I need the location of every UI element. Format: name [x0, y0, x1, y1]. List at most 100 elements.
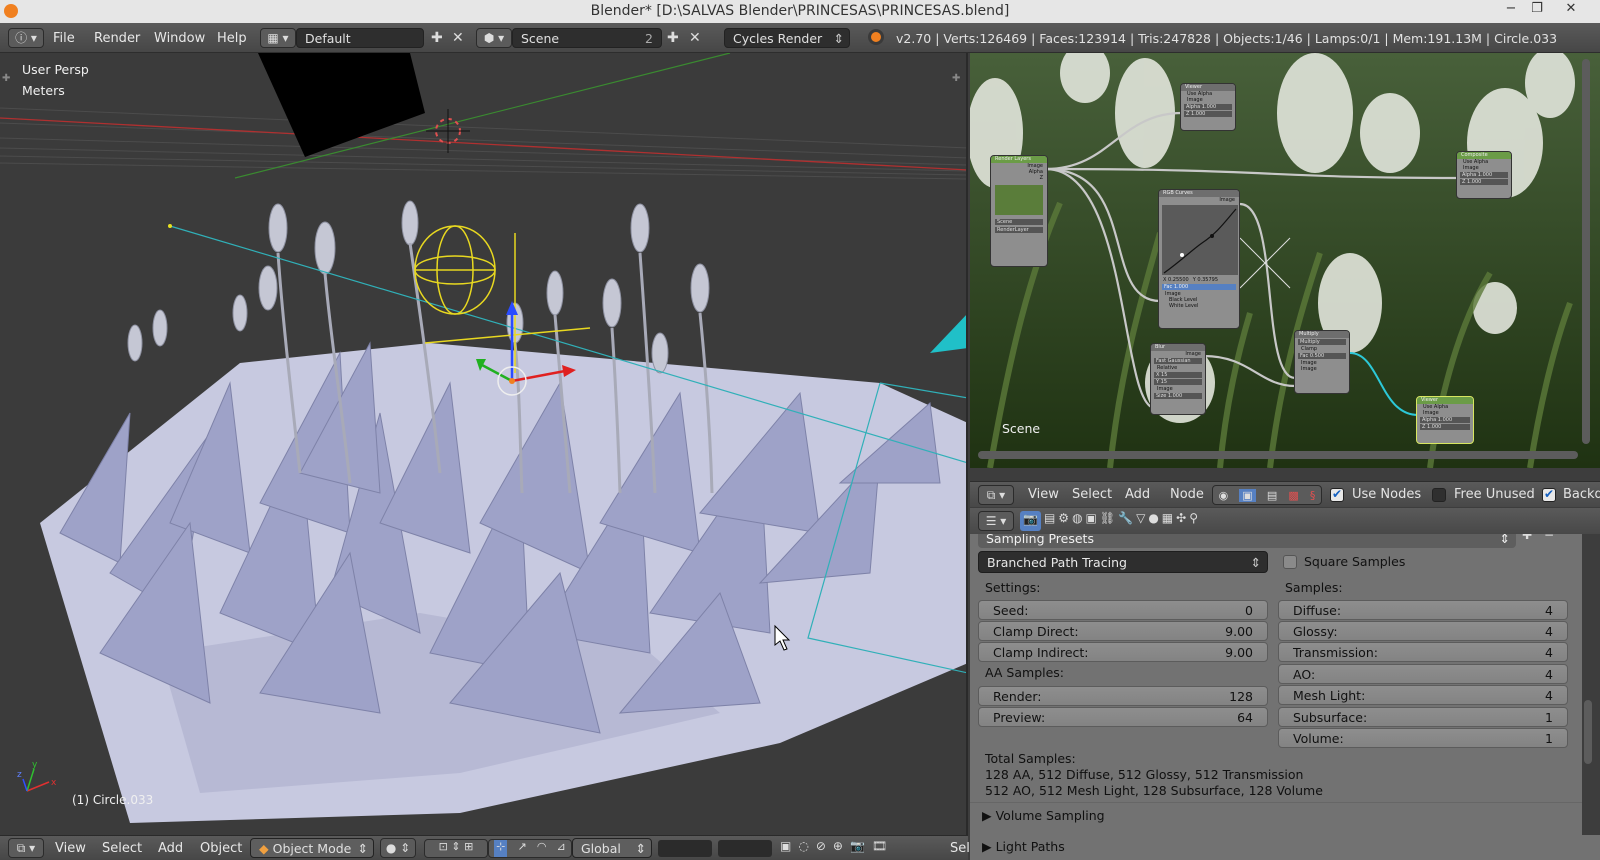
render-engine-label: Cycles Render: [733, 31, 823, 46]
node-field[interactable]: Y 15: [1154, 379, 1202, 385]
node-field[interactable]: Size 1.000: [1154, 393, 1202, 399]
sampling-presets-menu[interactable]: Sampling Presets ⇕: [978, 534, 1516, 548]
backdrop-checkbox[interactable]: [1542, 487, 1556, 502]
node-field[interactable]: Alpha 1.000: [1184, 104, 1232, 110]
viewport-menu-add[interactable]: Add: [158, 841, 183, 856]
remove-preset-icon[interactable]: −: [1544, 534, 1554, 542]
viewport-menu-object[interactable]: Object: [200, 841, 242, 856]
use-nodes-checkbox[interactable]: [1330, 487, 1344, 502]
preview-samples-field[interactable]: Preview: 64: [978, 707, 1268, 727]
field-label: Diffuse:: [1293, 603, 1342, 618]
properties-toggle-icon[interactable]: ✚: [952, 73, 960, 84]
clamp-indirect-field[interactable]: Clamp Indirect: 9.00: [978, 642, 1268, 662]
menu-window[interactable]: Window: [154, 31, 205, 46]
node-editor-hscrollbar[interactable]: [978, 451, 1578, 459]
menu-help[interactable]: Help: [217, 31, 247, 46]
viewport-menu-view[interactable]: View: [55, 841, 86, 856]
layer-buttons-group1[interactable]: [658, 840, 712, 857]
square-samples-checkbox[interactable]: [1283, 555, 1297, 569]
node-field[interactable]: Alpha 1.000: [1420, 417, 1470, 423]
ao-samples-field[interactable]: AO: 4: [1278, 664, 1568, 684]
manipulator-toggle-icon: ⊹: [494, 840, 508, 857]
node-field[interactable]: RenderLayer: [995, 227, 1043, 233]
screen-layout-field[interactable]: Default: [296, 28, 424, 48]
viewport-shading-icon[interactable]: ● ⇕: [380, 838, 416, 858]
field-value: 9.00: [1225, 645, 1253, 660]
node-field[interactable]: Z 1.000: [1184, 111, 1232, 117]
node-menu-select[interactable]: Select: [1072, 487, 1112, 502]
integrator-dropdown[interactable]: Branched Path Tracing ⇕: [978, 551, 1268, 573]
viewport-extra-icons[interactable]: ▣ ◌ ⊘ ⊕ 📷 🎞: [780, 839, 950, 858]
viewport-truncated-label: Sel: [950, 841, 970, 856]
node-editor-vscrollbar[interactable]: [1582, 59, 1590, 444]
editor-type-properties-icon[interactable]: ☰ ▾: [978, 511, 1014, 531]
glossy-samples-field[interactable]: Glossy: 4: [1278, 621, 1568, 641]
close-button[interactable]: ✕: [1556, 1, 1586, 21]
node-field[interactable]: X 15: [1154, 372, 1202, 378]
node-field[interactable]: Alpha 1.000: [1460, 172, 1508, 178]
node-field[interactable]: Fast Gaussian: [1154, 358, 1202, 364]
node-editor[interactable]: Render Layers Image Alpha Z Scene Render…: [970, 53, 1600, 468]
node-field[interactable]: Multiply: [1298, 339, 1346, 345]
node-render-layers[interactable]: Render Layers Image Alpha Z Scene Render…: [990, 155, 1048, 267]
node-viewer-bottom[interactable]: Viewer Use Alpha Image Alpha 1.000 Z 1.0…: [1416, 396, 1474, 444]
transmission-samples-field[interactable]: Transmission: 4: [1278, 642, 1568, 662]
add-scene-icon[interactable]: ✚: [667, 30, 679, 46]
maximize-button[interactable]: ❐: [1522, 1, 1552, 21]
node-field[interactable]: Z 1.000: [1420, 424, 1470, 430]
menu-file[interactable]: File: [53, 31, 75, 46]
editor-type-node-icon[interactable]: ⧉ ▾: [978, 485, 1014, 505]
node-viewer-top[interactable]: Viewer Use Alpha Image Alpha 1.000 Z 1.0…: [1180, 83, 1236, 131]
active-object-label: (1) Circle.033: [72, 793, 154, 807]
toolshelf-toggle-icon[interactable]: ✚: [2, 73, 10, 84]
light-paths-panel[interactable]: ▶ Light Paths: [982, 839, 1065, 854]
viewport-menu-select[interactable]: Select: [102, 841, 142, 856]
volume-sampling-panel[interactable]: ▶ Volume Sampling: [982, 808, 1105, 823]
delete-scene-icon[interactable]: ✕: [689, 30, 701, 46]
field-value: 4: [1545, 603, 1553, 618]
volume-samples-field[interactable]: Volume: 1: [1278, 728, 1568, 748]
transform-orientation-dropdown[interactable]: Global ⇕: [572, 838, 652, 858]
field-value: 4: [1545, 645, 1553, 660]
properties-context-tabs[interactable]: 📷 ▤ ⚙ ◍ ▣ ⛓ 🔧 ▽ ● ▦ ✣ ⚲: [1020, 511, 1282, 531]
mesh-light-samples-field[interactable]: Mesh Light: 4: [1278, 685, 1568, 705]
area-divider[interactable]: [970, 468, 1600, 481]
menu-render[interactable]: Render: [94, 31, 140, 46]
constraints-tab-icon: ⛓: [1099, 511, 1116, 525]
render-engine-dropdown[interactable]: Cycles Render ⇕: [724, 28, 850, 48]
diffuse-samples-field[interactable]: Diffuse: 4: [1278, 600, 1568, 620]
object-mode-dropdown[interactable]: ◆ Object Mode ⇕: [250, 838, 374, 858]
manipulator-buttons[interactable]: ⊹ ↗ ◠ ⊿: [488, 839, 572, 858]
node-composite[interactable]: Composite Use Alpha Image Alpha 1.000 Z …: [1456, 151, 1512, 199]
clamp-direct-field[interactable]: Clamp Direct: 9.00: [978, 621, 1268, 641]
scene-field[interactable]: Scene 2: [512, 28, 662, 48]
node-field[interactable]: Scene: [995, 219, 1043, 225]
seed-field[interactable]: Seed: 0: [978, 600, 1268, 620]
layer-buttons-group2[interactable]: [718, 840, 772, 857]
node-menu-view[interactable]: View: [1028, 487, 1059, 502]
node-menu-add[interactable]: Add: [1125, 487, 1150, 502]
node-field[interactable]: Fac 1.000: [1162, 284, 1236, 290]
free-unused-checkbox[interactable]: [1432, 488, 1446, 502]
add-preset-icon[interactable]: ✚: [1522, 534, 1532, 542]
editor-type-3dview-icon[interactable]: ⧉ ▾: [8, 838, 44, 858]
scene-selector-icon[interactable]: ⬢ ▾: [476, 28, 512, 48]
node-field[interactable]: Z 1.000: [1460, 179, 1508, 185]
render-samples-field[interactable]: Render: 128: [978, 686, 1268, 706]
curve-editor-graph[interactable]: [1162, 205, 1238, 275]
node-menu-node[interactable]: Node: [1170, 487, 1204, 502]
screen-layout-icon[interactable]: ▦ ▾: [260, 28, 296, 48]
properties-scrollbar[interactable]: [1584, 700, 1592, 764]
subsurface-samples-field[interactable]: Subsurface: 1: [1278, 707, 1568, 727]
editor-type-info-icon[interactable]: ⓘ ▾: [8, 28, 44, 48]
delete-screen-icon[interactable]: ✕: [452, 30, 464, 46]
node-rgb-curves[interactable]: RGB Curves Image X 0.25500 Y 0.35795 Fac…: [1158, 189, 1240, 329]
node-blur[interactable]: Blur Image Fast Gaussian Relative X 15 Y…: [1150, 343, 1206, 415]
node-socket-label: White Level: [1169, 303, 1199, 309]
3d-viewport[interactable]: x y z User Persp Meters (1) Circle.033 ✚…: [0, 53, 968, 835]
add-screen-icon[interactable]: ✚: [431, 30, 443, 46]
node-multiply[interactable]: Multiply Multiply Clamp Fac 0.500 Image …: [1294, 330, 1350, 394]
node-field[interactable]: Fac 0.500: [1298, 353, 1346, 359]
pivot-point-icon[interactable]: ⊡ ⇕ ⊞: [424, 839, 488, 858]
node-tree-type-buttons[interactable]: ◉ ▣ ▤ ▩ §: [1212, 485, 1322, 505]
